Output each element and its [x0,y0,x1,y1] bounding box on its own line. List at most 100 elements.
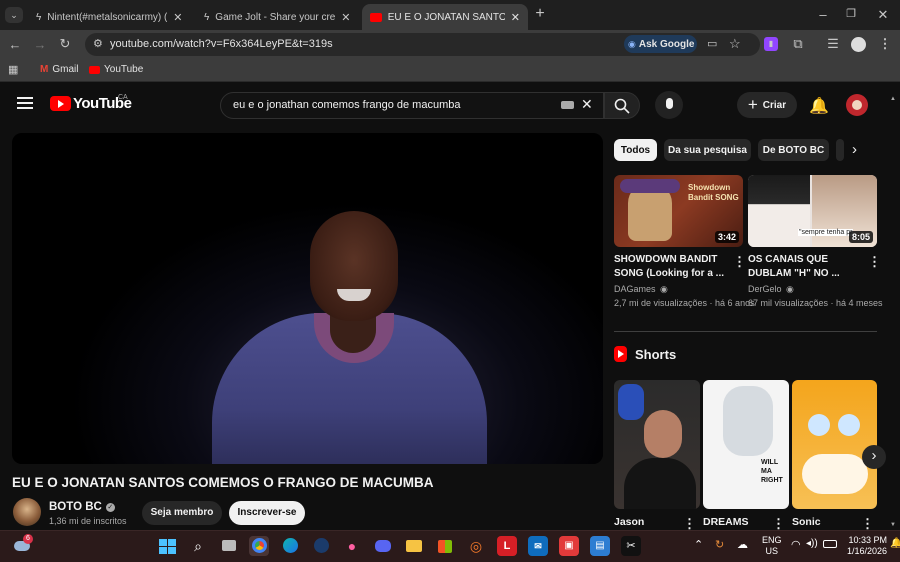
weather-widget[interactable]: 6 [14,534,33,552]
battery-icon[interactable] [823,540,837,548]
close-icon[interactable]: ✕ [511,11,520,24]
tab-gamejolt[interactable]: ϟ Game Jolt - Share your creation ✕ [196,4,360,30]
voice-search-button[interactable] [655,91,683,119]
video-options-icon[interactable]: ⋮ [733,254,746,270]
shorts-next-button[interactable]: › [862,445,886,469]
url-text[interactable]: youtube.com/watch?v=F6x364LeyPE&t=319s [110,38,333,50]
letter-l-taskbar-icon[interactable]: L [497,536,517,556]
channel-name[interactable]: BOTO BC ✓ [49,501,115,513]
clear-search-icon[interactable]: ✕ [581,96,593,113]
steam-taskbar-icon[interactable] [311,536,331,556]
video-player[interactable] [12,133,603,464]
paint-drop-taskbar-icon[interactable]: ● [342,536,362,556]
clock-time: 10:33 PM [848,535,887,545]
update-tray-icon[interactable]: ↻ [715,538,724,551]
volume-icon[interactable]: ◂)) [806,538,818,549]
rec-title-line1[interactable]: SHOWDOWN BANDIT [614,253,717,267]
bookmark-gmail[interactable]: M Gmail [40,64,78,75]
red-app-taskbar-icon[interactable]: ▣ [559,536,579,556]
rec-title-line2[interactable]: DUBLAM "H" NO ... [748,267,840,281]
bookmark-youtube[interactable]: YouTube [89,64,143,75]
channel-name-text[interactable]: BOTO BC [49,501,102,513]
short-thumbnail[interactable] [614,380,700,509]
short-person-body [624,458,696,509]
channel-avatar[interactable] [13,498,41,526]
extensions-icon[interactable]: ⧉ [789,36,807,52]
short-thumbnail[interactable] [792,380,877,509]
scrollbar-up-arrow-icon[interactable]: ▲ [890,96,896,102]
screenshot-taskbar-icon[interactable]: ▤ [590,536,610,556]
join-button[interactable]: Seja membro [142,501,222,525]
task-view-icon[interactable] [219,536,239,556]
bookmark-star-icon[interactable]: ☆ [729,36,741,52]
create-button[interactable]: + Criar [737,92,797,118]
reload-icon[interactable]: ↻ [56,36,74,52]
short-title[interactable]: Sonic [792,515,821,529]
edge-taskbar-icon[interactable] [280,536,300,556]
outlook-taskbar-icon[interactable]: ✉ [528,536,548,556]
forward-icon[interactable]: → [31,37,49,52]
tab-nintent[interactable]: ϟ Nintent(#metalsonicarmy) (@N ✕ [28,4,192,30]
wifi-icon[interactable]: ◠ [791,538,801,551]
address-bar[interactable]: ⚙ youtube.com/watch?v=F6x364LeyPE&t=319s… [85,33,760,56]
close-icon[interactable]: ✕ [173,11,182,24]
page-scrollbar[interactable]: ▲ ▼ [890,96,896,528]
tab-youtube[interactable]: EU E O JONATAN SANTOS COM ✕ [362,4,528,30]
subscribe-button[interactable]: Inscrever-se [229,501,305,525]
clock[interactable]: 10:33 PM 1/16/2026 [845,535,887,557]
restore-icon[interactable]: ❐ [842,7,860,20]
blender-taskbar-icon[interactable]: ◎ [466,536,486,556]
file-explorer-taskbar-icon[interactable] [404,536,424,556]
short-thumbnail[interactable]: WILL MA RIGHT [703,380,789,509]
shorts-logo-icon [614,346,627,362]
ms-store-taskbar-icon[interactable] [435,536,455,556]
notification-bell-icon[interactable]: 🔔 [890,538,900,549]
chip-da-sua-pesquisa[interactable]: Da sua pesquisa [664,139,751,161]
discord-taskbar-icon[interactable] [373,536,393,556]
video-thumbnail[interactable]: Showdown Bandit SONG 3:42 [614,175,743,247]
show-hidden-icons-chevron[interactable]: ⌃ [694,538,703,551]
close-icon[interactable]: ✕ [341,11,350,24]
apps-grid-icon[interactable]: ▦ [8,63,18,76]
ask-google-button[interactable]: ◉ Ask Google [624,35,697,53]
chip-todos[interactable]: Todos [614,139,657,161]
video-thumbnail[interactable]: "sempre tenha pr 8:05 [748,175,877,247]
rec-channel-name[interactable]: DerGelo [748,284,782,294]
onedrive-tray-icon[interactable]: ☁ [737,538,748,551]
chips-next-chevron-icon[interactable]: › [852,141,857,158]
profile-avatar[interactable] [851,37,866,52]
rec-channel[interactable]: DAGames ◉ [614,284,668,295]
cast-icon[interactable]: ▭ [707,37,717,50]
search-input[interactable]: eu e o jonathan comemos frango de macumb… [220,92,604,119]
twitch-extension-icon[interactable]: ▮ [764,37,778,51]
chip-de-boto-bc[interactable]: De BOTO BC [758,139,829,161]
short-title[interactable]: DREAMS [703,515,749,529]
search-button[interactable] [604,92,640,119]
reading-list-icon[interactable]: ☰ [824,36,842,52]
back-icon[interactable]: ← [6,37,24,52]
tab-search-icon[interactable]: ⌄ [5,7,23,23]
rec-title-line1[interactable]: OS CANAIS QUE [748,253,828,267]
chrome-taskbar-icon[interactable] [249,536,269,556]
account-avatar[interactable] [846,94,868,116]
keyboard-icon[interactable] [561,101,574,109]
site-info-icon[interactable]: ⚙ [93,37,103,50]
rec-channel-name[interactable]: DAGames [614,284,656,294]
rec-channel[interactable]: DerGelo ◉ [748,284,794,295]
notifications-bell-icon[interactable]: 🔔 [809,96,829,116]
taskbar-search-icon[interactable]: ⌕ [188,536,208,556]
minimize-icon[interactable]: – [814,7,832,22]
input-language[interactable]: ENG US [762,535,782,557]
thumb-text: Showdown Bandit SONG [688,183,739,202]
video-options-icon[interactable]: ⋮ [868,254,881,270]
scrollbar-down-arrow-icon[interactable]: ▼ [890,522,896,528]
browser-menu-icon[interactable]: ⋮ [876,36,894,52]
window-close-icon[interactable]: ✕ [874,7,892,23]
short-title[interactable]: Jason [614,515,644,529]
new-tab-button[interactable]: + [531,5,549,23]
capcut-taskbar-icon[interactable]: ✂ [621,536,641,556]
guide-menu-icon[interactable] [17,97,33,109]
rec-title-line2[interactable]: SONG (Looking for a ... [614,267,724,281]
search-query-text[interactable]: eu e o jonathan comemos frango de macumb… [233,99,460,111]
windows-start-icon[interactable] [157,536,177,556]
